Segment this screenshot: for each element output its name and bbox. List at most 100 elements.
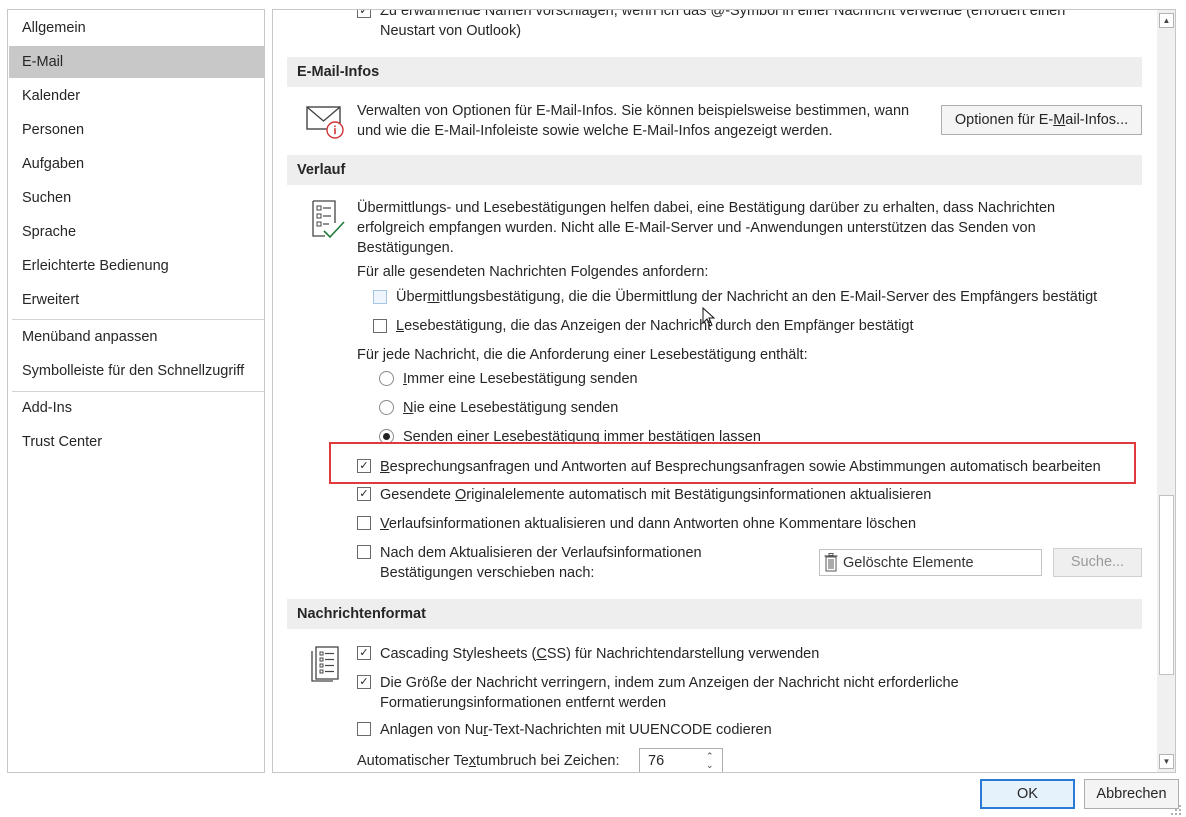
uuencode-label-c: -Text-Nachrichten mit UUENCODE codieren [488, 722, 772, 738]
delete-empty-responses-label: Verlaufsinformationen aktualisieren und … [380, 514, 916, 534]
always-send-receipt-radio[interactable] [379, 371, 394, 386]
never-send-receipt-label: Nie eine Lesebestätigung senden [403, 398, 618, 418]
never-send-label-a: N [403, 400, 414, 416]
line-wrap-label: Automatischer Textumbruch bei Zeichen: [357, 751, 619, 771]
nav-item-quick-access-toolbar[interactable]: Symbolleiste für den Schnellzugriff [9, 355, 265, 387]
update-originals-label: Gesendete Originalelemente automatisch m… [380, 485, 931, 505]
mailtips-options-label-b: M [1053, 112, 1066, 128]
delete-empty-responses-checkbox[interactable] [357, 516, 371, 530]
nav-item-search[interactable]: Suchen [9, 182, 265, 214]
delivery-receipt-checkbox[interactable] [373, 290, 387, 304]
mailtips-description-2: und wie die E-Mail-Infoleiste sowie welc… [357, 123, 833, 139]
update-originals-checkbox[interactable]: ✓ [357, 487, 371, 501]
scroll-up-icon[interactable]: ▲ [1159, 13, 1174, 28]
line-wrap-stepper[interactable]: 76 ⌃ ⌄ [639, 748, 723, 772]
scroll-thumb[interactable] [1159, 495, 1174, 675]
mailtips-options-label-c: ail-Infos... [1065, 112, 1129, 128]
css-label-a: Cascading Stylesheets ( [380, 646, 537, 662]
reduce-size-checkbox[interactable]: ✓ [357, 675, 371, 689]
stepper-down-icon[interactable]: ⌄ [706, 760, 714, 771]
cancel-button[interactable]: Abbrechen [1084, 779, 1179, 809]
nav-item-advanced[interactable]: Erweitert [9, 284, 265, 316]
uuencode-label-a: Anlagen von Nu [380, 722, 484, 738]
nav-item-mail[interactable]: E-Mail [9, 46, 265, 78]
mention-suggest-checkbox[interactable]: ✓ [357, 10, 371, 18]
each-message-label: Für jede Nachricht, die die Anforderung … [357, 347, 808, 363]
auto-process-label-a: B [380, 459, 390, 475]
tracking-description-3: Bestätigungen. [357, 240, 454, 256]
read-receipt-checkbox[interactable] [373, 319, 387, 333]
update-originals-label-c: riginalelemente automatisch mit Bestätig… [466, 487, 932, 503]
css-label-b: C [536, 646, 547, 662]
ok-button[interactable]: OK [980, 779, 1075, 809]
section-header-mailtips: E-Mail-Infos [287, 57, 1142, 87]
auto-process-label-b: esprechungsanfragen und Antworten auf Be… [389, 459, 1101, 475]
browse-folder-button[interactable]: Suche... [1053, 548, 1142, 577]
tracking-description-2: erfolgreich empfangen wurden. Nicht alle… [357, 220, 1036, 236]
css-display-checkbox[interactable]: ✓ [357, 646, 371, 660]
nav-item-customize-ribbon[interactable]: Menüband anpassen [9, 321, 265, 353]
line-wrap-value: 76 [648, 753, 665, 769]
move-receipts-label-2: Bestätigungen verschieben nach: [380, 565, 595, 581]
nav-item-addins[interactable]: Add-Ins [9, 392, 265, 424]
reduce-size-label-1: Die Größe der Nachricht verringern, inde… [380, 675, 959, 691]
auto-process-meetings-label: Besprechungsanfragen und Antworten auf B… [380, 457, 1101, 477]
nav-divider [12, 319, 264, 320]
nav-item-tasks[interactable]: Aufgaben [9, 148, 265, 180]
never-send-receipt-radio[interactable] [379, 400, 394, 415]
ask-send-label-a: S [403, 429, 413, 445]
mention-suggest-label-1: Zu erwähnende Namen vorschlagen, wenn ic… [380, 9, 1066, 19]
line-wrap-label-c: tumbruch bei Zeichen: [476, 753, 620, 769]
delivery-receipt-label-b: m [427, 289, 440, 305]
trash-icon [824, 553, 838, 572]
mailtips-description-1: Verwalten von Optionen für E-Mail-Infos.… [357, 103, 910, 119]
update-originals-label-a: Gesendete [380, 487, 455, 503]
update-originals-label-b: O [454, 487, 467, 503]
nav-item-general[interactable]: Allgemein [9, 12, 265, 44]
always-send-label-b: mmer eine Lesebestätigung senden [407, 371, 638, 387]
delivery-receipt-label-c: ittlungsbestätigung, die die Übermittlun… [439, 289, 1098, 305]
section-header-message-format: Nachrichtenformat [287, 599, 1142, 629]
receipts-folder-field: Gelöschte Elemente [819, 549, 1042, 576]
never-send-label-b: ie eine Lesebestätigung senden [413, 400, 619, 416]
line-wrap-label-b: x [468, 753, 477, 769]
ask-send-receipt-label: Senden einer Lesebestätigung immer bestä… [403, 427, 761, 447]
move-receipts-label-1: Nach dem Aktualisieren der Verlaufsinfor… [380, 545, 702, 561]
tracking-description-1: Übermittlungs- und Lesebestätigungen hel… [357, 200, 1056, 216]
section-header-tracking: Verlauf [287, 155, 1142, 185]
read-receipt-label-a: L [396, 318, 405, 334]
receipts-folder-value: Gelöschte Elemente [843, 555, 974, 571]
options-content-panel: ✓ Zu erwähnende Namen vorschlagen, wenn … [272, 9, 1176, 773]
nav-item-language[interactable]: Sprache [9, 216, 265, 248]
tracking-checklist-icon [311, 200, 347, 240]
always-send-receipt-label: Immer eine Lesebestätigung senden [403, 369, 638, 389]
nav-item-calendar[interactable]: Kalender [9, 80, 265, 112]
options-nav-panel: Allgemein E-Mail Kalender Personen Aufga… [7, 9, 265, 773]
read-receipt-label: Lesebestätigung, die das Anzeigen der Na… [396, 316, 914, 336]
resize-grip-icon[interactable] [1170, 803, 1182, 815]
delete-empty-label-a: V [380, 516, 389, 532]
css-label-c: SS) für Nachrichtendarstellung verwenden [546, 646, 820, 662]
ask-send-label-b: enden einer Lesebestätigung immer bestät… [412, 429, 761, 445]
mail-info-icon [306, 102, 346, 140]
reduce-size-label-2: Formatierungsinformationen entfernt werd… [380, 695, 667, 711]
move-receipts-checkbox[interactable] [357, 545, 371, 559]
uuencode-checkbox[interactable] [357, 722, 371, 736]
uuencode-label: Anlagen von Nur-Text-Nachrichten mit UUE… [380, 720, 772, 740]
message-format-icon [311, 646, 341, 682]
ask-send-receipt-radio[interactable] [379, 429, 394, 444]
mailtips-options-button[interactable]: Optionen für E-Mail-Infos... [941, 105, 1142, 135]
nav-item-people[interactable]: Personen [9, 114, 265, 146]
scroll-down-icon[interactable]: ▼ [1159, 754, 1174, 769]
content-scrollbar[interactable]: ▲ ▼ [1157, 10, 1175, 772]
auto-process-meetings-checkbox[interactable]: ✓ [357, 459, 371, 473]
delete-empty-label-b: erlaufsinformationen aktualisieren und d… [388, 516, 917, 532]
css-display-label: Cascading Stylesheets (CSS) für Nachrich… [380, 644, 819, 664]
mailtips-options-label-a: Optionen für E- [954, 112, 1054, 128]
mention-suggest-label-2: Neustart von Outlook) [380, 23, 522, 39]
nav-item-accessibility[interactable]: Erleichterte Bedienung [9, 250, 265, 282]
delivery-receipt-label-a: Über [396, 289, 428, 305]
request-receipts-label: Für alle gesendeten Nachrichten Folgende… [357, 264, 709, 280]
delivery-receipt-label: Übermittlungsbestätigung, die die Übermi… [396, 287, 1097, 307]
nav-item-trust-center[interactable]: Trust Center [9, 426, 265, 458]
